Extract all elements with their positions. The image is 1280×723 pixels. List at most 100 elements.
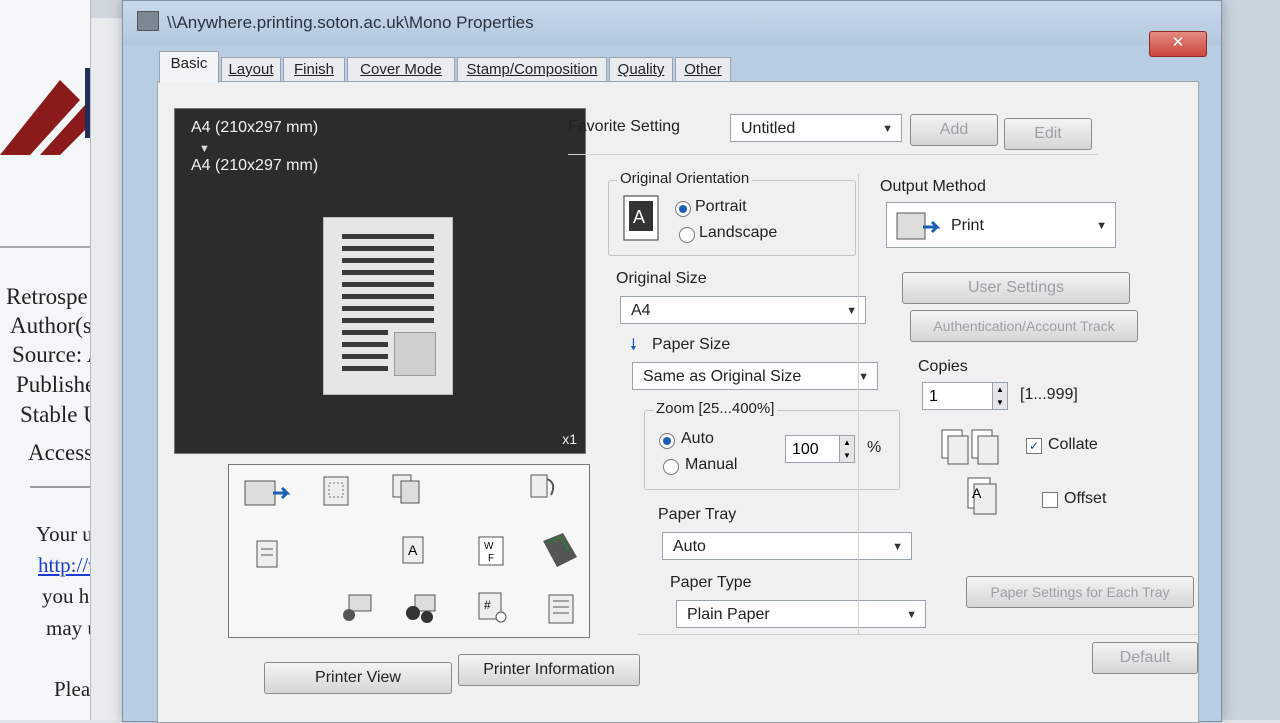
print-output-icon[interactable]	[243, 477, 293, 509]
output-method-label: Output Method	[880, 178, 986, 195]
output-method-value: Print	[951, 217, 984, 234]
doc-line: Retrospe	[6, 284, 88, 309]
zoom-manual-radio[interactable]	[663, 459, 679, 475]
stapled-pages-icon[interactable]	[253, 539, 283, 571]
user-authentication-icon[interactable]	[339, 593, 375, 625]
account-track-icon[interactable]	[403, 593, 439, 625]
paper-tray-value: Auto	[673, 538, 706, 555]
edit-button[interactable]: Edit	[1004, 118, 1092, 150]
portrait-radio[interactable]	[675, 201, 691, 217]
original-size-value: A4	[631, 302, 651, 319]
copies-range: [1...999]	[1020, 386, 1078, 403]
landscape-label: Landscape	[699, 224, 778, 241]
divider	[858, 174, 859, 634]
printer-view-button[interactable]: Printer View	[264, 662, 452, 694]
function-icon-palette: A WF #	[228, 464, 590, 638]
paper-settings-for-each-tray-button[interactable]: Paper Settings for Each Tray	[966, 576, 1194, 608]
printer-properties-dialog: \\Anywhere.printing.soton.ac.uk\Mono Pro…	[122, 0, 1222, 723]
zoom-auto-radio[interactable]	[659, 433, 675, 449]
multi-page-icon[interactable]	[391, 473, 421, 505]
original-size-select[interactable]: A4 ▼	[620, 296, 866, 324]
doc-line: Author(s	[10, 313, 92, 338]
divider	[638, 634, 1198, 635]
copies-indicator: x1	[562, 431, 577, 447]
zoom-group: Zoom [25...400%] Auto Manual 100 ▲ ▼ %	[644, 400, 900, 490]
landscape-radio[interactable]	[679, 227, 695, 243]
tab-stamp-composition[interactable]: Stamp/Composition	[457, 57, 607, 82]
page-rotation-icon[interactable]	[529, 471, 559, 503]
favorite-setting-value: Untitled	[741, 120, 796, 137]
spin-arrows-icon[interactable]: ▲ ▼	[839, 436, 854, 462]
zoom-title: Zoom [25...400%]	[653, 400, 778, 417]
original-orientation-group: Original Orientation A Portrait Landscap…	[608, 170, 856, 256]
page-number-icon[interactable]: #	[477, 591, 507, 623]
offset-checkbox[interactable]	[1042, 492, 1058, 508]
dropdown-arrow-icon: ▼	[892, 541, 903, 553]
paper-type-label: Paper Type	[670, 574, 752, 591]
page-layout-icon[interactable]	[321, 475, 351, 507]
svg-text:A: A	[633, 207, 645, 227]
dropdown-arrow-icon: ▼	[846, 305, 857, 317]
orientation-icon[interactable]: A	[401, 535, 431, 567]
user-settings-button[interactable]: User Settings	[902, 272, 1130, 304]
collate-icon	[941, 429, 999, 465]
svg-text:F: F	[488, 553, 494, 564]
zoom-value-stepper[interactable]: 100 ▲ ▼	[785, 435, 855, 463]
page-thumbnail	[323, 217, 453, 395]
image-placeholder-icon	[394, 332, 436, 376]
favorite-setting-select[interactable]: Untitled ▼	[730, 114, 902, 142]
favorite-setting-label: Favorite Setting	[568, 118, 681, 135]
paper-tray-label: Paper Tray	[658, 506, 737, 523]
portrait-label: Portrait	[695, 198, 747, 215]
printer-icon	[137, 11, 159, 31]
svg-text:W: W	[484, 541, 494, 552]
paper-tray-select[interactable]: Auto ▼	[662, 532, 912, 560]
zoom-unit: %	[867, 439, 882, 456]
zoom-manual-label: Manual	[685, 456, 738, 473]
watermark-icon[interactable]: WF	[477, 535, 507, 567]
output-method-select[interactable]: Print ▼	[886, 202, 1116, 248]
default-button[interactable]: Default	[1092, 642, 1198, 674]
cover-sheet-icon[interactable]	[539, 531, 579, 571]
copies-label: Copies	[918, 358, 968, 375]
copies-stepper[interactable]: 1 ▲ ▼	[922, 382, 1008, 410]
offset-icon: A	[967, 477, 997, 515]
paper-size-label: Paper Size	[652, 336, 731, 353]
svg-text:A: A	[408, 542, 418, 558]
paper-size-select[interactable]: Same as Original Size ▼	[632, 362, 878, 390]
dialog-titlebar: \\Anywhere.printing.soton.ac.uk\Mono Pro…	[123, 1, 1221, 45]
tab-quality[interactable]: Quality	[609, 57, 673, 82]
dropdown-arrow-icon: ▼	[906, 609, 917, 621]
authentication-account-track-button[interactable]: Authentication/Account Track	[910, 310, 1138, 342]
tab-cover-mode[interactable]: Cover Mode	[347, 57, 455, 82]
printer-information-button[interactable]: Printer Information	[458, 654, 640, 686]
collate-checkbox[interactable]: ✓	[1026, 438, 1042, 454]
original-size-readout: A4 (210x297 mm)	[191, 119, 319, 136]
paper-type-select[interactable]: Plain Paper ▼	[676, 600, 926, 628]
arrow-down-icon: 🠗	[630, 337, 637, 354]
close-button[interactable]: ✕	[1149, 31, 1207, 57]
dialog-title: \\Anywhere.printing.soton.ac.uk\Mono Pro…	[167, 13, 534, 32]
paper-size-value: Same as Original Size	[643, 368, 802, 385]
page-preview: A4 (210x297 mm) ▼ A4 (210x297 mm) x1	[174, 108, 586, 454]
document-lines-icon[interactable]	[547, 593, 577, 625]
output-size-readout: A4 (210x297 mm)	[191, 157, 319, 174]
dropdown-arrow-icon: ▼	[858, 371, 869, 383]
tab-other[interactable]: Other	[675, 57, 731, 82]
basic-tab-panel: A4 (210x297 mm) ▼ A4 (210x297 mm) x1 A W…	[157, 81, 1199, 723]
zoom-auto-label: Auto	[681, 430, 714, 447]
tab-basic[interactable]: Basic	[159, 51, 219, 83]
copies-value: 1	[929, 388, 938, 405]
original-orientation-title: Original Orientation	[617, 170, 753, 187]
tab-layout[interactable]: Layout	[221, 57, 281, 82]
svg-text:#: #	[484, 598, 491, 612]
paper-type-value: Plain Paper	[687, 606, 770, 623]
original-size-label: Original Size	[616, 270, 707, 287]
divider	[568, 154, 1098, 155]
dropdown-arrow-icon: ▼	[1096, 220, 1107, 232]
spin-arrows-icon[interactable]: ▲ ▼	[992, 383, 1007, 409]
print-output-icon	[896, 212, 941, 240]
dropdown-arrow-icon: ▼	[882, 123, 893, 135]
tab-finish[interactable]: Finish	[283, 57, 345, 82]
add-button[interactable]: Add	[910, 114, 998, 146]
